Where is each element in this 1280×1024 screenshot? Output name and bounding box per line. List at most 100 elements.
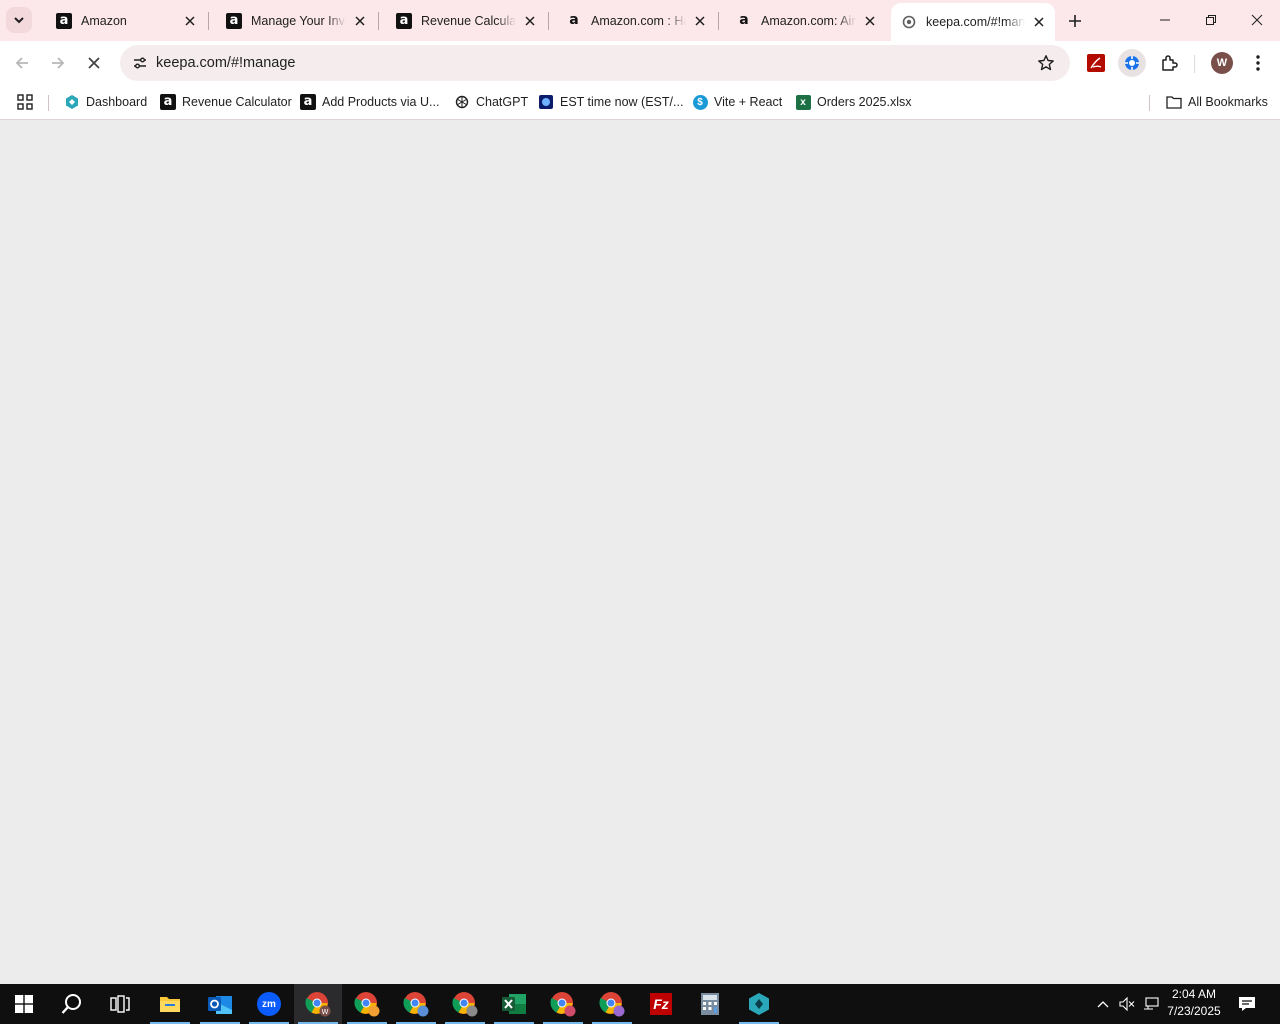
calculator-app[interactable] <box>686 984 734 1024</box>
search-icon <box>61 994 81 1014</box>
show-hidden-icons-button[interactable] <box>1092 984 1114 1024</box>
dashboard-icon <box>749 993 769 1015</box>
bookmark-label: Add Products via U... <box>322 95 440 109</box>
chrome-app-w[interactable]: W <box>294 984 342 1024</box>
chrome-icon <box>403 992 429 1017</box>
bookmarks-bar: Dashboard a Revenue Calculator a Add Pro… <box>0 85 1280 120</box>
stop-loading-button[interactable] <box>78 47 110 79</box>
bookmark-vite-react[interactable]: $ Vite + React <box>692 91 782 113</box>
restore-button[interactable] <box>1188 0 1234 40</box>
tab-title: keepa.com/#!manage <box>926 15 1025 29</box>
bookmark-chatgpt[interactable]: ChatGPT <box>454 91 528 113</box>
folder-icon <box>160 997 180 1012</box>
svg-text:W: W <box>322 1008 329 1016</box>
chevron-down-icon <box>14 17 24 24</box>
bookmark-orders-xlsx[interactable]: x Orders 2025.xlsx <box>795 91 911 113</box>
tab-manage-inventory[interactable]: a Manage Your Inventory <box>208 0 378 41</box>
search-button[interactable] <box>48 984 96 1024</box>
profile-avatar[interactable]: W <box>1208 49 1236 77</box>
forward-button[interactable] <box>42 47 74 79</box>
tab-title: Amazon.com: Airtag <box>761 13 856 28</box>
bookmark-label: Dashboard <box>86 95 148 109</box>
extensions-puzzle-icon[interactable] <box>1155 49 1183 77</box>
start-button[interactable] <box>0 984 48 1024</box>
apps-button[interactable] <box>16 91 34 113</box>
chatgpt-icon <box>454 94 470 110</box>
close-icon <box>88 57 100 69</box>
pdf-extension-icon[interactable] <box>1082 49 1110 77</box>
windows-logo-icon <box>15 995 33 1013</box>
tab-revenue-calculator[interactable]: a Revenue Calculator <box>378 0 548 41</box>
excel-app[interactable] <box>490 984 538 1024</box>
tab-amazon-hand[interactable]: a Amazon.com : Hand <box>548 0 718 41</box>
zoom-app[interactable]: zm <box>245 984 293 1024</box>
close-icon[interactable] <box>862 13 878 29</box>
notifications-button[interactable] <box>1234 984 1260 1024</box>
volume-muted-icon <box>1119 997 1135 1011</box>
close-icon[interactable] <box>692 13 708 29</box>
notification-icon <box>1239 997 1255 1011</box>
bookmark-label: Revenue Calculator <box>182 95 292 109</box>
chrome-app-profile-3[interactable] <box>392 984 440 1024</box>
bookmark-separator <box>1149 95 1150 111</box>
tab-keepa-active[interactable]: keepa.com/#!manage <box>891 3 1055 41</box>
chrome-app-profile-5[interactable] <box>539 984 587 1024</box>
site-info-icon[interactable] <box>126 49 154 77</box>
tab-strip: a Amazon a Manage Your Inventory a Reven… <box>0 0 1280 41</box>
chrome-app-profile-2[interactable] <box>343 984 391 1024</box>
excel-icon <box>502 994 526 1014</box>
tab-search-button[interactable] <box>6 7 32 33</box>
address-bar[interactable] <box>120 45 1070 81</box>
zoom-icon: zm <box>257 992 281 1016</box>
amazon-smile-icon: a <box>569 11 579 28</box>
dashboard-app[interactable] <box>735 984 783 1024</box>
network-button[interactable] <box>1140 984 1162 1024</box>
close-icon[interactable] <box>182 13 198 29</box>
bookmark-dashboard[interactable]: Dashboard <box>64 91 147 113</box>
close-window-button[interactable] <box>1234 0 1280 40</box>
bookmark-revenue-calculator[interactable]: a Revenue Calculator <box>160 91 292 113</box>
chrome-app-profile-6[interactable] <box>588 984 636 1024</box>
tab-amazon[interactable]: a Amazon <box>38 0 208 41</box>
all-bookmarks-button[interactable]: All Bookmarks <box>1166 91 1268 113</box>
amazon-smile-icon: a <box>739 11 749 28</box>
globe-icon <box>538 94 554 110</box>
dashboard-icon <box>64 94 80 110</box>
url-input[interactable] <box>156 45 1016 81</box>
tab-amazon-airtag[interactable]: a Amazon.com: Airtag <box>718 0 888 41</box>
amazon-icon: a <box>160 94 176 110</box>
close-icon[interactable] <box>352 13 368 29</box>
bookmark-label: EST time now (EST/... <box>560 95 684 109</box>
tab-title: Revenue Calculator <box>421 13 516 28</box>
back-button[interactable] <box>6 47 38 79</box>
bookmark-est-time[interactable]: EST time now (EST/... <box>538 91 683 113</box>
close-icon[interactable] <box>522 13 538 29</box>
toolbar-separator <box>1194 55 1195 73</box>
folder-icon <box>1166 94 1182 110</box>
amazon-icon: a <box>300 94 316 110</box>
volume-button[interactable] <box>1116 984 1138 1024</box>
outlook-app[interactable] <box>196 984 244 1024</box>
bookmark-add-products[interactable]: a Add Products via U... <box>300 91 439 113</box>
calculator-icon <box>701 993 719 1015</box>
amazon-icon: a <box>396 12 412 29</box>
chrome-app-profile-4[interactable] <box>441 984 489 1024</box>
close-icon[interactable] <box>1031 14 1047 30</box>
keepa-extension-icon[interactable] <box>1118 49 1146 77</box>
minimize-button[interactable] <box>1142 0 1188 40</box>
dollar-icon: $ <box>692 94 708 110</box>
browser-menu-button[interactable] <box>1244 49 1272 77</box>
filezilla-icon: Fz <box>650 993 672 1015</box>
chrome-icon <box>599 992 625 1017</box>
new-tab-button[interactable] <box>1062 8 1088 34</box>
minimize-icon <box>1160 19 1170 21</box>
chrome-icon <box>452 992 478 1017</box>
bookmark-star-icon[interactable] <box>1036 53 1056 73</box>
task-view-button[interactable] <box>96 984 144 1024</box>
apps-grid-icon <box>17 94 33 110</box>
file-explorer-app[interactable] <box>146 984 194 1024</box>
loading-icon <box>901 14 917 30</box>
filezilla-app[interactable]: Fz <box>637 984 685 1024</box>
page-content-area <box>0 121 1280 984</box>
clock[interactable]: 2:04 AM 7/23/2025 <box>1162 986 1226 1022</box>
